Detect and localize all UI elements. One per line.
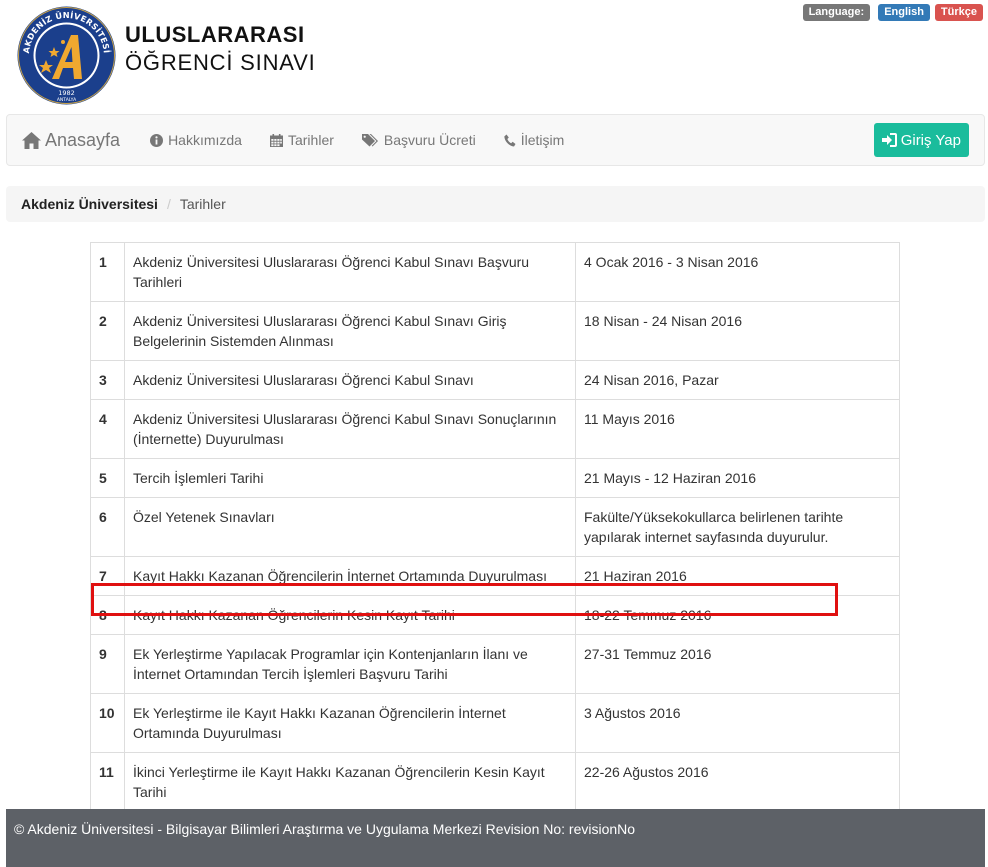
row-event: Kayıt Hakkı Kazanan Öğrencilerin İnterne… <box>124 556 576 596</box>
breadcrumb: Akdeniz Üniversitesi / Tarihler <box>6 186 985 222</box>
english-language-button[interactable]: English <box>878 4 930 21</box>
row-date: 4 Ocak 2016 - 3 Nisan 2016 <box>575 242 900 302</box>
table-row: 7 Kayıt Hakkı Kazanan Öğrencilerin İntern… <box>90 556 900 596</box>
info-circle-icon <box>150 133 164 147</box>
sign-in-icon <box>881 133 897 147</box>
row-number: 10 <box>90 693 125 753</box>
table-row: 9 Ek Yerleştirme Yapılacak Programlar içi… <box>90 634 900 694</box>
site-title-line1: ULUSLARARASI <box>125 21 305 47</box>
footer-text: © Akdeniz Üniversitesi - Bilgisayar Bili… <box>14 821 636 837</box>
row-number: 6 <box>90 497 125 557</box>
table-row: 4 Akdeniz Üniversitesi Uluslararası Öğren… <box>90 399 900 459</box>
logo-city-text: ANTALYA <box>57 97 77 103</box>
row-number: 11 <box>90 752 125 812</box>
table-row: 3 Akdeniz Üniversitesi Uluslararası Öğren… <box>90 360 900 400</box>
breadcrumb-current: Tarihler <box>179 196 226 212</box>
nav-menu: Hakkımızda Tarihler Başvuru Ücreti İleti… <box>136 115 578 165</box>
row-date: 22-26 Ağustos 2016 <box>575 752 900 812</box>
site-title: ULUSLARARASI ÖĞRENCİ SINAVI <box>125 21 316 77</box>
phone-icon <box>504 134 516 146</box>
row-date: 18-22 Temmuz 2016 <box>575 595 900 635</box>
calendar-icon <box>269 133 283 147</box>
row-number: 1 <box>90 242 125 302</box>
page-footer: © Akdeniz Üniversitesi - Bilgisayar Bili… <box>6 809 985 867</box>
login-button-label: Giriş Yap <box>900 131 961 149</box>
breadcrumb-home-link[interactable]: Akdeniz Üniversitesi <box>21 196 158 212</box>
row-event: İkinci Yerleştirme ile Kayıt Hakkı Kazan… <box>124 752 576 812</box>
row-date: 18 Nisan - 24 Nisan 2016 <box>575 301 900 361</box>
row-event: Akdeniz Üniversitesi Uluslararası Öğrenc… <box>124 242 576 302</box>
dates-table-body: 1 Akdeniz Üniversitesi Uluslararası Öğren… <box>90 242 900 812</box>
nav-item-contact[interactable]: İletişim <box>490 115 579 165</box>
dates-table: 1 Akdeniz Üniversitesi Uluslararası Öğren… <box>90 242 900 812</box>
row-number: 3 <box>90 360 125 400</box>
row-event: Tercih İşlemleri Tarihi <box>124 458 576 498</box>
row-event: Ek Yerleştirme ile Kayıt Hakkı Kazanan Ö… <box>124 693 576 753</box>
logo-year-text: 1982 <box>58 89 75 97</box>
table-row: 2 Akdeniz Üniversitesi Uluslararası Öğren… <box>90 301 900 361</box>
row-event: Akdeniz Üniversitesi Uluslararası Öğrenc… <box>124 399 576 459</box>
home-icon <box>22 131 41 149</box>
row-number: 8 <box>90 595 125 635</box>
nav-item-fee[interactable]: Başvuru Ücreti <box>348 115 490 165</box>
main-navbar: Anasayfa Hakkımızda Tarihler Başvuru Ücr… <box>6 114 985 166</box>
table-row: 6 Özel Yetenek Sınavları Fakülte/Yüksekoku… <box>90 497 900 557</box>
table-row: 8 Kayıt Hakkı Kazanan Öğrencilerin Kesin … <box>90 595 900 635</box>
nav-item-contact-label: İletişim <box>520 132 565 148</box>
language-label: Language: <box>802 4 871 21</box>
row-date: 24 Nisan 2016, Pazar <box>575 360 900 400</box>
row-event: Özel Yetenek Sınavları <box>124 497 576 557</box>
row-date: Fakülte/Yüksekokullarca belirlenen tarih… <box>575 497 900 557</box>
nav-item-dates[interactable]: Tarihler <box>256 115 348 165</box>
row-number: 9 <box>90 634 125 694</box>
table-row: 11 İkinci Yerleştirme ile Kayıt Hakkı Kaz… <box>90 752 900 812</box>
row-number: 7 <box>90 556 125 596</box>
nav-item-about[interactable]: Hakkımızda <box>136 115 256 165</box>
nav-home-link[interactable]: Anasayfa <box>7 115 120 165</box>
tags-icon <box>361 133 378 146</box>
table-row: 1 Akdeniz Üniversitesi Uluslararası Öğren… <box>90 242 900 302</box>
row-event: Kayıt Hakkı Kazanan Öğrencilerin Kesin K… <box>124 595 576 635</box>
breadcrumb-separator: / <box>166 196 171 212</box>
nav-item-fee-label: Başvuru Ücreti <box>383 132 476 148</box>
language-bar: Language: English Türkçe <box>802 4 983 21</box>
site-header: AKDENİZ ÜNİVERSİTESİ 1982 ANTALYA ULUSLA… <box>16 5 316 106</box>
row-date: 27-31 Temmuz 2016 <box>575 634 900 694</box>
table-row: 5 Tercih İşlemleri Tarihi 21 Mayıs - 12 Ha… <box>90 458 900 498</box>
nav-item-dates-label: Tarihler <box>287 132 334 148</box>
site-title-line2: ÖĞRENCİ SINAVI <box>125 49 316 75</box>
row-event: Ek Yerleştirme Yapılacak Programlar için… <box>124 634 576 694</box>
row-date: 11 Mayıs 2016 <box>575 399 900 459</box>
login-button[interactable]: Giriş Yap <box>873 123 969 157</box>
row-date: 3 Ağustos 2016 <box>575 693 900 753</box>
university-logo[interactable]: AKDENİZ ÜNİVERSİTESİ 1982 ANTALYA <box>16 5 117 106</box>
table-row: 10 Ek Yerleştirme ile Kayıt Hakkı Kazanan… <box>90 693 900 753</box>
nav-item-about-label: Hakkımızda <box>168 132 242 148</box>
turkish-language-button[interactable]: Türkçe <box>934 4 983 21</box>
row-number: 2 <box>90 301 125 361</box>
row-date: 21 Mayıs - 12 Haziran 2016 <box>575 458 900 498</box>
row-number: 4 <box>90 399 125 459</box>
row-event: Akdeniz Üniversitesi Uluslararası Öğrenc… <box>124 301 576 361</box>
nav-home-label: Anasayfa <box>45 129 121 150</box>
row-date: 21 Haziran 2016 <box>575 556 900 596</box>
row-event: Akdeniz Üniversitesi Uluslararası Öğrenc… <box>124 360 576 400</box>
row-number: 5 <box>90 458 125 498</box>
